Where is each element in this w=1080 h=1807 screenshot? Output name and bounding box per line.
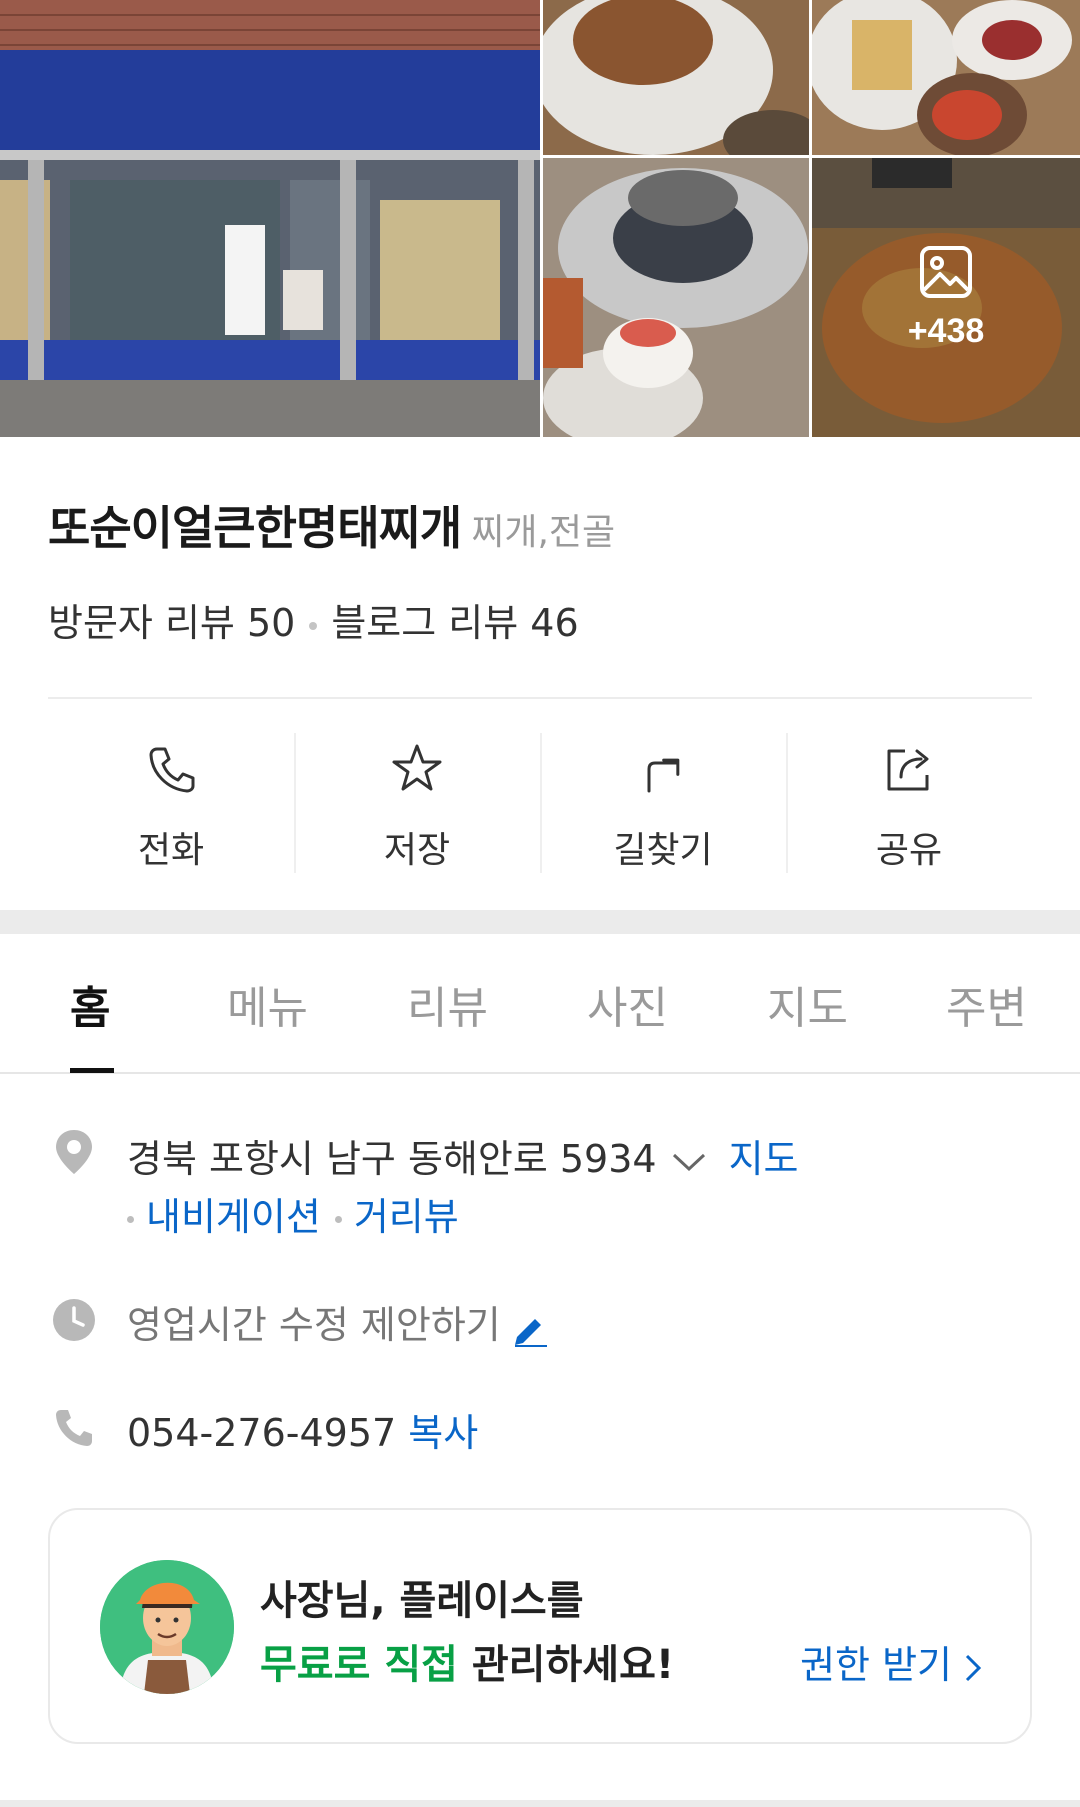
banner-subline-rest: 관리하세요! [457,1642,675,1688]
photo-count: +438 [907,312,985,350]
place-title-row: 또순이얼큰한명태찌개 찌개,전골 [48,492,615,558]
blog-review-count[interactable]: 블로그 리뷰 46 [331,601,578,645]
banner-highlight: 무료로 직접 [260,1642,458,1688]
tab-menu[interactable]: 메뉴 [227,972,308,1036]
share-button[interactable]: 공유 [786,733,1032,873]
chevron-down-icon[interactable] [671,1151,707,1173]
owner-avatar [100,1560,234,1694]
call-label: 전화 [137,830,205,871]
banner-headline: 사장님, 플레이스를 [260,1578,584,1624]
photo-gallery: +438 [0,0,1080,437]
food-photo-1[interactable] [543,0,809,155]
chevron-right-icon [965,1654,982,1681]
edit-pencil-icon [514,1318,547,1347]
phone-small-icon [52,1406,96,1450]
more-photos-overlay[interactable]: +438 [812,158,1080,437]
navigation-link[interactable]: 내비게이션 [146,1195,321,1239]
directions-label: 길찾기 [613,830,713,871]
section-separator [0,1800,1080,1807]
tab-bar: 홈 메뉴 리뷰 사진 지도 주변 [0,934,1080,1074]
map-link[interactable]: 지도 [729,1137,799,1181]
call-button[interactable]: 전화 [48,733,294,873]
get-permission-label: 권한 받기 [800,1643,952,1687]
review-counts: 방문자 리뷰 50 블로그 리뷰 46 [48,592,579,647]
storefront-photo[interactable] [0,0,540,437]
section-separator [0,910,1080,934]
image-icon [920,246,972,298]
clock-icon [52,1298,96,1342]
address-row: 경북 포항시 남구 동해안로 5934 지도 [127,1128,799,1183]
food-photo-4[interactable]: +438 [812,158,1080,437]
banner-subline: 무료로 직접 관리하세요! [260,1632,674,1690]
location-pin-icon [52,1128,96,1176]
tab-nearby[interactable]: 주변 [946,972,1027,1036]
divider [48,697,1032,699]
place-category: 찌개,전골 [471,512,616,553]
save-button[interactable]: 저장 [294,733,540,873]
star-icon [392,744,442,791]
get-permission-link[interactable]: 권한 받기 [800,1634,982,1689]
place-name: 또순이얼큰한명태찌개 [48,501,462,555]
action-bar: 전화 저장 길찾기 공유 [48,733,1032,873]
address-text: 경북 포항시 남구 동해안로 5934 [127,1137,657,1181]
streetview-link[interactable]: 거리뷰 [354,1195,459,1239]
active-tab-indicator [70,1068,114,1073]
food-photo-2[interactable] [812,0,1080,155]
phone-row: 054-276-4957 복사 [127,1402,478,1457]
tab-reviews[interactable]: 리뷰 [407,972,488,1036]
share-icon [887,749,929,791]
share-label: 공유 [875,830,943,871]
separator-dot [309,621,318,630]
tab-photos[interactable]: 사진 [587,972,668,1036]
copy-phone-button[interactable]: 복사 [408,1411,478,1455]
tab-map[interactable]: 지도 [767,972,848,1036]
hours-row[interactable]: 영업시간 수정 제안하기 [127,1294,549,1349]
owner-promo-banner[interactable]: 사장님, 플레이스를 무료로 직접 관리하세요! 권한 받기 [48,1508,1032,1744]
hours-suggest-text: 영업시간 수정 제안하기 [127,1303,501,1347]
save-label: 저장 [383,830,451,871]
separator-dot [334,1216,342,1223]
address-links-row: 내비게이션 거리뷰 [127,1186,459,1241]
visitor-review-count[interactable]: 방문자 리뷰 50 [48,601,295,645]
food-photo-3[interactable] [543,158,809,437]
directions-icon [647,758,680,793]
directions-button[interactable]: 길찾기 [540,733,786,873]
tab-home[interactable]: 홈 [70,972,110,1036]
phone-icon [149,747,195,793]
phone-number[interactable]: 054-276-4957 [127,1411,396,1455]
separator-dot [127,1216,134,1223]
